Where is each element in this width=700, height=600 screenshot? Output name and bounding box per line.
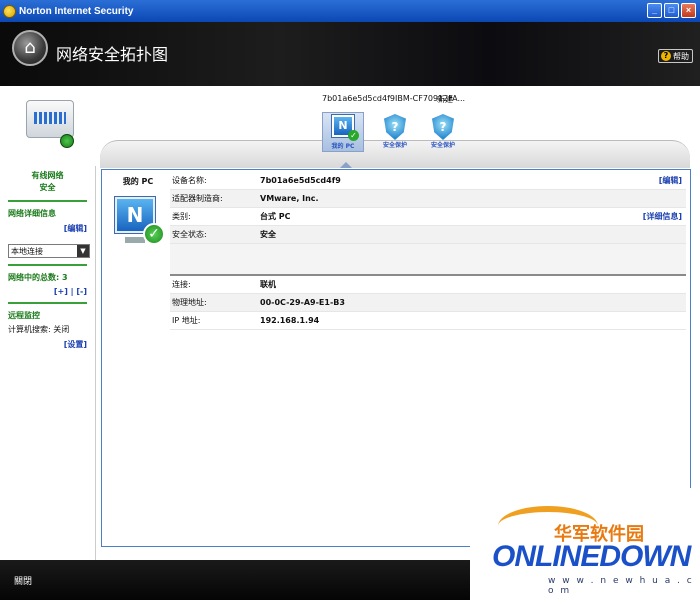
details-link[interactable]: [详细信息] <box>643 211 686 222</box>
maximize-button[interactable]: □ <box>664 3 679 18</box>
my-pc-card: 我的 PC N ✓ <box>108 176 168 251</box>
secure-lock-icon <box>60 134 74 148</box>
home-icon[interactable]: ⌂ <box>12 30 48 66</box>
selection-pointer <box>340 162 352 168</box>
table-row: 适配器制造商: VMware, Inc. <box>170 190 686 208</box>
device-label: 安全保护 <box>430 142 455 149</box>
details-table: 设备名称: 7b01a6e5d5cd4f9 [编辑] 适配器制造商: VMwar… <box>170 172 686 330</box>
table-row: 设备名称: 7b01a6e5d5cd4f9 [编辑] <box>170 172 686 190</box>
device-my-pc[interactable]: N ✓ 我的 PC <box>322 112 364 152</box>
table-row: 连接: 联机 <box>170 276 686 294</box>
device-label: 我的 PC <box>331 143 355 150</box>
window-controls: _ □ × <box>647 3 696 18</box>
network-security: 安全 <box>39 183 56 192</box>
divider <box>8 200 87 202</box>
add-remove-links[interactable]: [+] | [-] <box>0 287 95 296</box>
header: ⌂ 网络安全拓扑图 ? 帮助 <box>0 22 700 86</box>
device-label: 安全保护 <box>382 142 407 149</box>
divider <box>8 302 87 304</box>
app-title: Norton Internet Security <box>19 5 134 17</box>
my-pc-caption: 我的 PC <box>122 177 154 186</box>
chevron-down-icon[interactable]: ▼ <box>77 245 89 257</box>
router-icon <box>22 96 78 152</box>
new-link[interactable]: 新建 <box>437 94 453 105</box>
left-panel: 有线网络 安全 网络详细信息 [编辑] 本地连接 ▼ 网络中的总数: 3 [+]… <box>0 166 96 560</box>
divider <box>8 264 87 266</box>
edit-network-link[interactable]: [编辑] <box>0 223 95 234</box>
connection-select-value: 本地连接 <box>11 246 43 256</box>
table-row: 物理地址: 00-0C-29-A9-E1-B3 <box>170 294 686 312</box>
device-protection-2[interactable]: ? 安全保护 <box>422 112 464 152</box>
remote-monitor-status: 计算机搜索: 关闭 <box>8 325 70 334</box>
pc-icon: N ✓ <box>332 115 359 141</box>
check-icon: ✓ <box>143 223 165 245</box>
network-total: 网络中的总数: 3 <box>8 273 68 282</box>
close-window-button[interactable]: × <box>681 3 696 18</box>
watermark-url: w w w . n e w h u a . c o m <box>548 576 694 596</box>
watermark-en: ONLINEDOWN <box>492 540 691 573</box>
norton-app-icon <box>3 4 16 18</box>
network-type: 有线网络 <box>31 171 64 180</box>
help-icon: ? <box>661 51 671 61</box>
help-label: 帮助 <box>673 51 689 61</box>
connection-select[interactable]: 本地连接 ▼ <box>8 244 90 258</box>
table-row: IP 地址: 192.168.1.94 <box>170 312 686 330</box>
section-gap <box>170 244 686 276</box>
settings-link[interactable]: [设置] <box>0 339 95 350</box>
shield-question-icon: ? <box>384 114 406 140</box>
onlinedown-watermark: 华军软件园 ONLINEDOWN w w w . n e w h u a . c… <box>470 488 700 600</box>
network-status: 有线网络 安全 <box>0 170 95 194</box>
help-button[interactable]: ? 帮助 <box>658 49 693 63</box>
minimize-button[interactable]: _ <box>647 3 662 18</box>
page-title: 网络安全拓扑图 <box>56 45 169 64</box>
shield-question-icon: ? <box>432 114 454 140</box>
remote-monitor-title: 远程监控 <box>8 311 40 320</box>
device-protection-1[interactable]: ? 安全保护 <box>374 112 416 152</box>
network-details-title: 网络详细信息 <box>8 209 56 218</box>
table-row: 类别: 台式 PC [详细信息] <box>170 208 686 226</box>
table-row: 安全状态: 安全 <box>170 226 686 244</box>
title-bar: Norton Internet Security _ □ × <box>0 0 700 22</box>
edit-device-link[interactable]: [编辑] <box>659 175 686 186</box>
topology-strip: 7b01a6e5d5cd4f9IBM-CF70912FA... 新建 N ✓ 我的… <box>0 86 700 168</box>
close-button[interactable]: 關閉 <box>14 574 32 587</box>
computer-icon: N ✓ <box>113 191 165 251</box>
